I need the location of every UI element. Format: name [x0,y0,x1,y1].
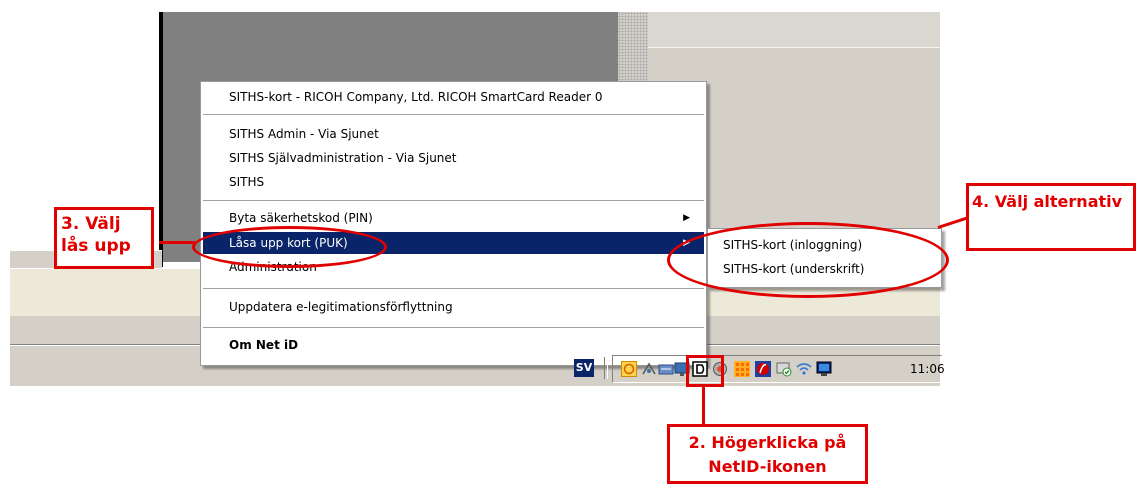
menu-item-label: SITHS Självadministration - Via Sjunet [229,151,457,165]
tray-separator [604,357,608,379]
antivirus-icon[interactable] [755,361,771,377]
callout-step3-line2: lås upp [61,236,131,256]
menu-item-about[interactable]: Om Net iD [203,334,704,356]
menu-separator [203,200,704,202]
menu-item-siths[interactable]: SITHS [203,171,704,193]
menu-item-label: SITHS Admin - Via Sjunet [229,127,379,141]
callout-step3-line1: 3. Välj [61,214,121,234]
display-icon[interactable] [816,361,832,377]
context-menu: SITHS-kort - RICOH Company, Ltd. RICOH S… [200,81,707,366]
annotation-line-step3 [159,241,195,244]
callout-step2: 2. Högerklicka på NetID-ikonen [667,424,868,484]
language-indicator[interactable]: SV [574,359,594,377]
wireless-icon[interactable] [796,361,812,377]
tray-dots-icon[interactable] [734,361,750,377]
firewall-icon[interactable] [658,361,674,377]
menu-item-siths-admin[interactable]: SITHS Admin - Via Sjunet [203,123,704,145]
highlight-ellipse-submenu [667,222,949,298]
menu-item-label: SITHS [229,175,265,189]
submenu-arrow-icon: ▶ [683,213,690,223]
menu-item-siths-self-admin[interactable]: SITHS Självadministration - Via Sjunet [203,147,704,169]
security-check-icon[interactable] [776,361,792,377]
tray-app-icon[interactable] [621,361,637,377]
menu-item-label: SITHS-kort - RICOH Company, Ltd. RICOH S… [229,90,603,104]
clock[interactable]: 11:06 [910,361,945,377]
menu-item-label: Uppdatera e-legitimationsförflyttning [229,300,453,314]
divider [648,47,940,48]
background-panel-header [648,12,940,47]
menu-separator [203,327,704,329]
callout-step3: 3. Välj lås upp [54,207,154,269]
menu-item-label: Om Net iD [229,338,299,352]
highlight-box-netid-icon [686,355,724,387]
network-icon[interactable] [641,361,657,377]
callout-step4-text: 4. Välj alternativ [972,192,1123,211]
menu-separator [203,114,704,116]
callout-step4: 4. Välj alternativ [966,183,1136,251]
menu-item-reader[interactable]: SITHS-kort - RICOH Company, Ltd. RICOH S… [203,86,704,108]
menu-separator [203,288,704,290]
callout-step2-line2: NetID-ikonen [708,457,827,476]
annotation-line-step2 [702,384,705,424]
highlight-ellipse-unlock [192,226,387,268]
system-tray: 11:06 [612,355,945,383]
callout-step2-line1: 2. Högerklicka på [688,433,847,452]
annotation-line-step4 [937,216,967,229]
menu-item-update[interactable]: Uppdatera e-legitimationsförflyttning [203,296,704,318]
